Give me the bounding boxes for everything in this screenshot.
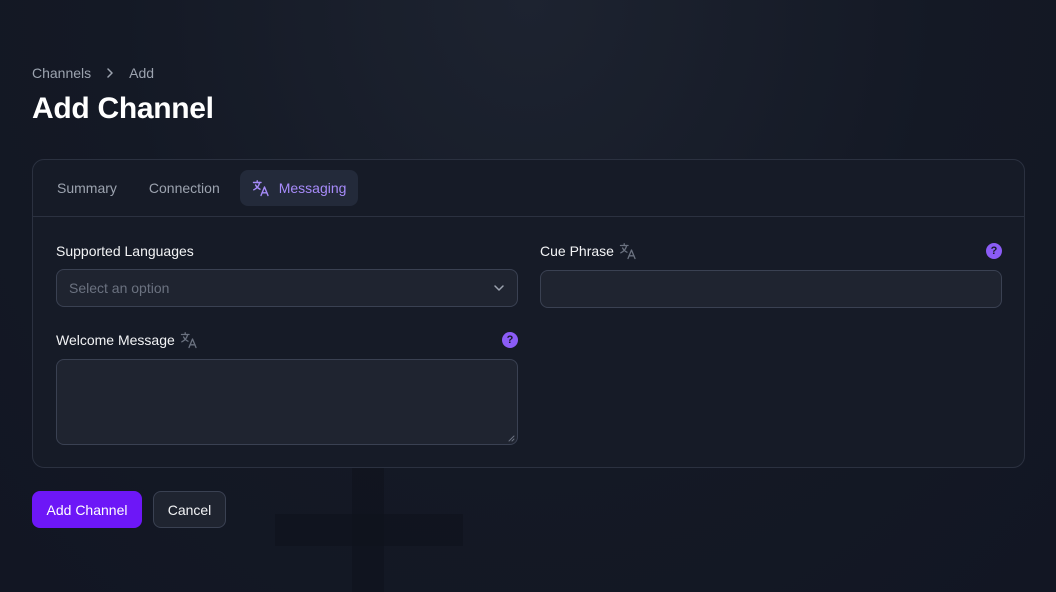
chevron-down-icon xyxy=(494,285,504,291)
tab-summary[interactable]: Summary xyxy=(45,170,129,206)
breadcrumb-add: Add xyxy=(129,65,155,81)
cue-phrase-label-group: Cue Phrase xyxy=(540,242,637,260)
supported-languages-field: Supported Languages Select an option xyxy=(56,241,518,307)
cue-phrase-label: Cue Phrase xyxy=(540,243,614,259)
welcome-message-label: Welcome Message xyxy=(56,332,175,348)
cue-phrase-field: Cue Phrase ? xyxy=(540,241,1002,308)
supported-languages-placeholder: Select an option xyxy=(69,280,170,296)
breadcrumb-channels-link[interactable]: Channels xyxy=(32,65,91,81)
tab-bar: Summary Connection Messaging xyxy=(33,160,1024,217)
tab-messaging[interactable]: Messaging xyxy=(239,170,359,206)
add-channel-button[interactable]: Add Channel xyxy=(32,491,142,528)
tab-connection[interactable]: Connection xyxy=(137,170,232,206)
translatable-icon xyxy=(180,332,197,349)
welcome-message-textarea[interactable] xyxy=(56,359,518,445)
chevron-right-icon xyxy=(107,68,113,78)
translatable-icon xyxy=(619,243,636,260)
page-title: Add Channel xyxy=(32,92,214,125)
breadcrumb: Channels Add xyxy=(32,65,154,81)
cue-phrase-label-row: Cue Phrase ? xyxy=(540,241,1002,261)
resize-handle-icon[interactable] xyxy=(507,434,515,442)
background-shape-horizontal xyxy=(275,514,463,546)
supported-languages-label-row: Supported Languages xyxy=(56,241,518,261)
help-icon[interactable]: ? xyxy=(986,243,1002,259)
supported-languages-select[interactable]: Select an option xyxy=(56,269,518,307)
help-icon[interactable]: ? xyxy=(502,332,518,348)
tab-connection-label: Connection xyxy=(148,180,220,196)
welcome-message-field: Welcome Message ? xyxy=(56,330,518,445)
tab-messaging-label: Messaging xyxy=(278,180,347,196)
form-card: Summary Connection Messaging Supported L… xyxy=(32,159,1025,468)
tab-summary-label: Summary xyxy=(57,180,117,196)
cue-phrase-input[interactable] xyxy=(540,270,1002,308)
welcome-message-label-row: Welcome Message ? xyxy=(56,330,518,350)
supported-languages-label: Supported Languages xyxy=(56,243,194,259)
cancel-button[interactable]: Cancel xyxy=(153,491,226,528)
welcome-message-label-group: Welcome Message xyxy=(56,331,198,349)
translate-icon xyxy=(252,180,269,197)
